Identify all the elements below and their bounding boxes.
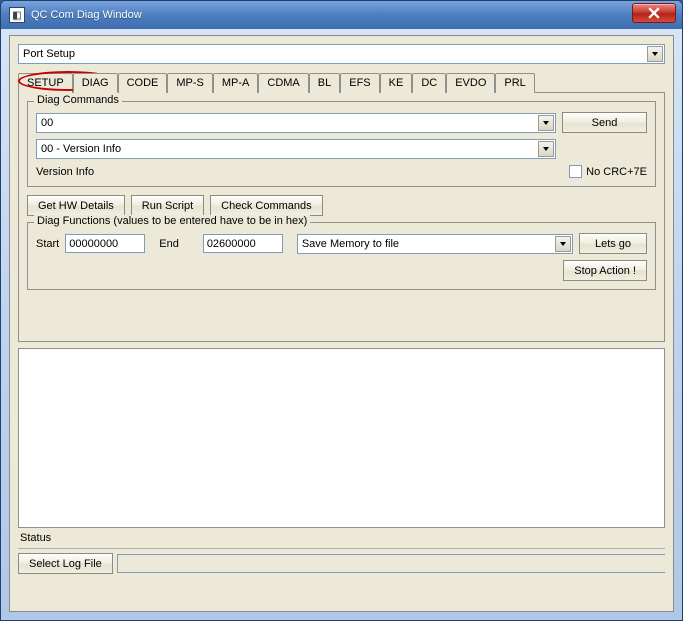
diag-commands-title: Diag Commands [34,94,122,106]
status-label: Status [18,528,665,546]
client-area: Port Setup SETUP DIAG CODE MP-S MP-A CDM… [9,35,674,612]
tab-bar: SETUP DIAG CODE MP-S MP-A CDMA BL EFS KE… [18,72,665,92]
tab-setup[interactable]: SETUP [18,73,73,93]
lets-go-button[interactable]: Lets go [579,233,647,254]
start-label: Start [36,238,59,250]
chevron-down-icon [559,240,567,248]
stop-action-button[interactable]: Stop Action ! [563,260,647,281]
dropdown-button[interactable] [555,236,571,252]
tab-prl[interactable]: PRL [495,73,534,93]
tab-mps[interactable]: MP-S [167,73,213,93]
diag-functions-group: Diag Functions (values to be entered hav… [27,222,656,290]
diag-info-select[interactable]: 00 - Version Info [36,139,556,159]
app-icon: ◧ [9,7,25,23]
tab-ke[interactable]: KE [380,73,413,93]
checkbox-icon [569,165,582,178]
tab-dc[interactable]: DC [412,73,446,93]
dropdown-button[interactable] [538,141,554,157]
dropdown-button[interactable] [538,115,554,131]
tab-efs[interactable]: EFS [340,73,379,93]
tab-code[interactable]: CODE [118,73,168,93]
diag-info-value: 00 - Version Info [41,143,121,155]
output-area[interactable] [18,348,665,528]
end-input[interactable] [203,234,283,253]
diag-commands-group: Diag Commands 00 Send 00 - Version Info [27,101,656,187]
chevron-down-icon [542,145,550,153]
close-button[interactable] [632,3,676,23]
titlebar[interactable]: ◧ QC Com Diag Window [1,1,682,29]
send-button[interactable]: Send [562,112,647,133]
close-icon [648,7,660,19]
no-crc-checkbox[interactable]: No CRC+7E [569,165,647,178]
no-crc-label: No CRC+7E [586,166,647,178]
port-setup-value: Port Setup [23,48,75,60]
chevron-down-icon [542,119,550,127]
end-label: End [159,238,179,250]
start-input[interactable] [65,234,145,253]
tab-cdma[interactable]: CDMA [258,73,308,93]
get-hw-details-button[interactable]: Get HW Details [27,195,125,216]
tab-panel-diag: Diag Commands 00 Send 00 - Version Info [18,92,665,342]
tab-evdo[interactable]: EVDO [446,73,495,93]
diag-command-value: 00 [41,117,53,129]
check-commands-button[interactable]: Check Commands [210,195,322,216]
action-select[interactable]: Save Memory to file [297,234,573,254]
port-setup-dropdown[interactable]: Port Setup [18,44,665,64]
dropdown-button[interactable] [647,46,663,62]
tab-diag[interactable]: DIAG [73,73,118,93]
diag-functions-title: Diag Functions (values to be entered hav… [34,215,310,227]
run-script-button[interactable]: Run Script [131,195,204,216]
tab-mpa[interactable]: MP-A [213,73,259,93]
app-window: ◧ QC Com Diag Window Port Setup SETUP DI… [0,0,683,621]
chevron-down-icon [651,50,659,58]
diag-command-select[interactable]: 00 [36,113,556,133]
tab-bl[interactable]: BL [309,73,340,93]
version-info-label: Version Info [36,166,94,178]
window-title: QC Com Diag Window [31,9,142,21]
action-value: Save Memory to file [302,238,399,250]
select-log-file-button[interactable]: Select Log File [18,553,113,574]
log-file-path [117,554,665,573]
